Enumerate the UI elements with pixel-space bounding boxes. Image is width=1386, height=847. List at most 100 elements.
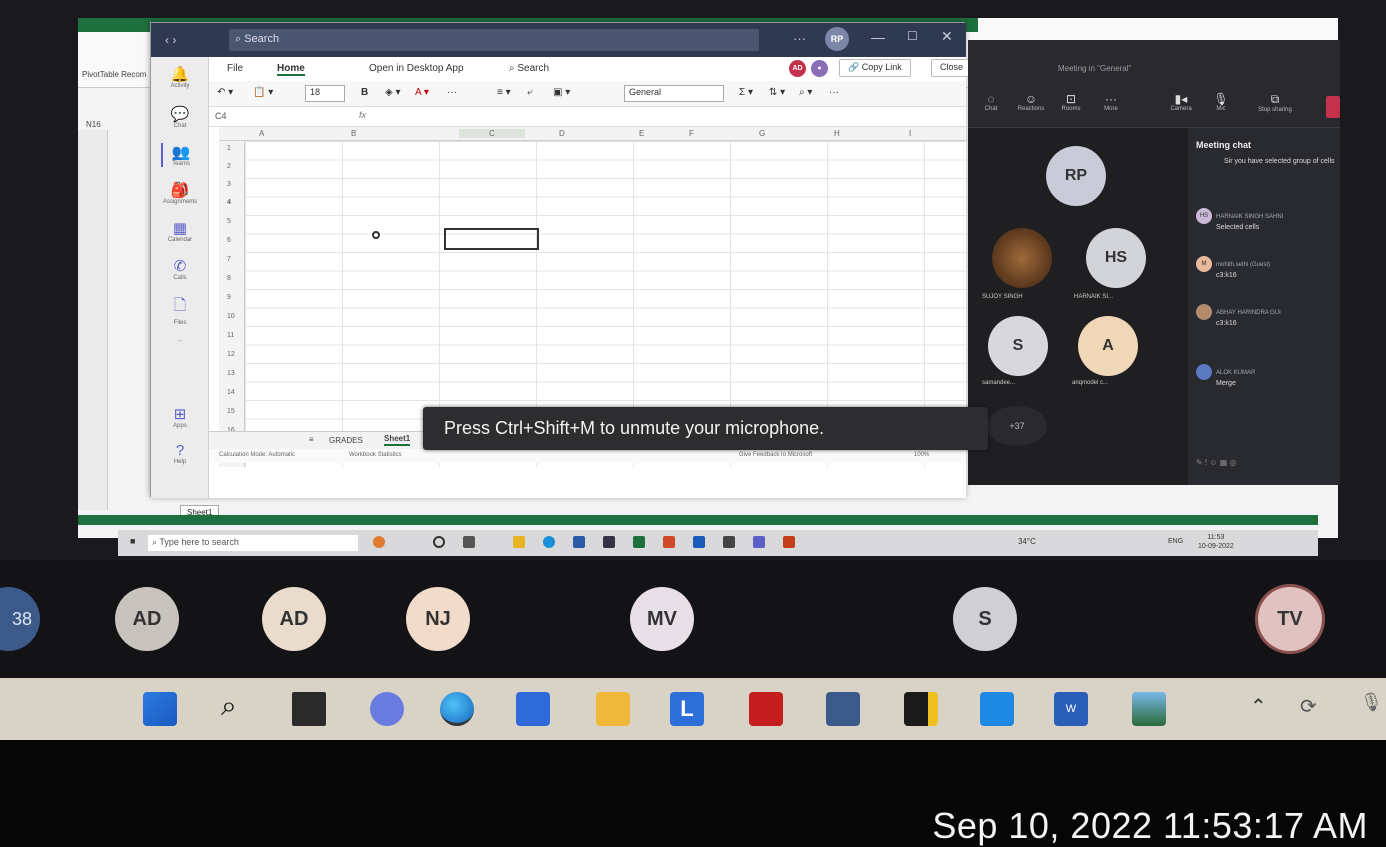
participant-avatar[interactable]: AD — [262, 587, 326, 651]
autosum-icon[interactable]: Σ ▾ — [739, 87, 753, 98]
clipboard-icon[interactable]: 📋 ▾ — [253, 87, 273, 98]
background-name-box[interactable]: N16 — [86, 120, 101, 129]
undo-icon[interactable]: ↶ ▾ — [217, 87, 233, 98]
column-header[interactable]: E — [639, 129, 644, 138]
align-icon[interactable]: ≡ ▾ — [497, 87, 511, 98]
rail-activity[interactable]: 🔔 Activity — [161, 65, 199, 89]
rail-more[interactable]: ... — [161, 337, 199, 343]
more-format-icon[interactable]: ··· — [447, 87, 457, 98]
sync-icon[interactable]: ⟳ — [1300, 694, 1317, 719]
rail-chat[interactable]: 💬 Chat — [161, 105, 199, 129]
rail-apps[interactable]: ⊞ Apps — [161, 405, 199, 429]
rail-files[interactable]: 🗋 Files — [161, 295, 199, 326]
user-avatar[interactable]: RP — [825, 27, 849, 51]
rail-calendar[interactable]: ▦ Calendar — [161, 219, 199, 243]
column-header[interactable]: H — [834, 129, 840, 138]
video-tile-rp[interactable]: RP — [1046, 146, 1106, 206]
widget-icon[interactable] — [373, 536, 385, 548]
find-icon[interactable]: ⌕ ▾ — [799, 87, 812, 98]
more-button[interactable]: ··· More — [1094, 92, 1128, 112]
zoom-level[interactable]: 100% — [914, 452, 929, 458]
teams-icon[interactable] — [753, 536, 765, 548]
chat-button[interactable]: ◌ Chat — [974, 92, 1008, 112]
number-format-select[interactable]: General — [624, 85, 724, 102]
reactions-button[interactable]: ☺ Reactions — [1014, 92, 1048, 112]
python-icon[interactable] — [826, 692, 860, 726]
row-header[interactable]: 5 — [227, 218, 231, 225]
close-icon[interactable]: ✕ — [941, 28, 953, 45]
name-box[interactable]: C4 — [215, 111, 295, 121]
font-size-select[interactable]: 18 — [305, 85, 345, 102]
powerpoint-icon[interactable] — [783, 536, 795, 548]
chat-icon[interactable] — [370, 692, 404, 726]
back-forward-icon[interactable]: ‹ › — [165, 33, 176, 47]
store-icon[interactable] — [516, 692, 550, 726]
app-icon[interactable] — [723, 536, 735, 548]
participant-avatar-speaking[interactable]: TV — [1258, 587, 1322, 651]
row-header[interactable]: 10 — [227, 313, 235, 320]
row-header[interactable]: 13 — [227, 370, 235, 377]
rail-teams[interactable]: 👥 Teams — [161, 143, 199, 167]
photos-icon[interactable] — [1132, 692, 1166, 726]
menu-search[interactable]: ⌕ Search — [509, 63, 549, 74]
rail-help[interactable]: ? Help — [161, 442, 199, 465]
row-header[interactable]: 6 — [227, 237, 231, 244]
column-header[interactable]: A — [259, 129, 264, 138]
fill-color-icon[interactable]: ◈ ▾ — [385, 87, 401, 98]
l-app-icon[interactable]: L — [670, 692, 704, 726]
merge-icon[interactable]: ▣ ▾ — [553, 87, 570, 98]
teams-search-input[interactable]: ⌕ Search — [229, 29, 759, 51]
cortana-icon[interactable] — [980, 692, 1014, 726]
participant-overflow-badge[interactable]: 38 — [0, 587, 40, 651]
mic-icon[interactable]: 🎙 — [1360, 692, 1383, 713]
feedback-link[interactable]: Give Feedback to Microsoft — [739, 452, 812, 458]
camera-button[interactable]: ▮◂ Camera — [1164, 92, 1198, 112]
menu-home[interactable]: Home — [277, 63, 305, 76]
participant-avatar[interactable]: NJ — [406, 587, 470, 651]
row-header[interactable]: 8 — [227, 275, 231, 282]
explorer-icon[interactable] — [596, 692, 630, 726]
outlook-icon[interactable] — [693, 536, 705, 548]
office-icon[interactable] — [663, 536, 675, 548]
video-tile-hs[interactable]: HS — [1086, 228, 1146, 288]
chat-compose-icons[interactable]: ✎ ! ☺ ▦ ◎ — [1196, 458, 1237, 467]
task-view-icon[interactable] — [463, 536, 475, 548]
store-icon[interactable] — [573, 536, 585, 548]
workbook-stats[interactable]: Workbook Statistics — [349, 452, 402, 458]
row-header-selected[interactable]: 4 — [227, 199, 231, 206]
stop-sharing-button[interactable]: ⧉ Stop sharing — [1258, 92, 1292, 113]
dropbox-icon[interactable] — [603, 536, 615, 548]
bold-icon[interactable]: B — [361, 87, 368, 98]
tray-chevron-up-icon[interactable]: ⌃ — [1250, 694, 1267, 719]
rail-assignments[interactable]: 🎒 Assignments — [161, 181, 199, 205]
excel-icon[interactable] — [633, 536, 645, 548]
menu-open-desktop[interactable]: Open in Desktop App — [369, 63, 464, 74]
mcafee-icon[interactable] — [749, 692, 783, 726]
more-participants-badge[interactable]: +37 — [987, 406, 1047, 446]
row-header[interactable]: 9 — [227, 294, 231, 301]
row-header[interactable]: 1 — [227, 145, 231, 152]
presence-avatar-1[interactable]: AD — [789, 60, 806, 77]
inner-clock[interactable]: 11:53 10-09-2022 — [1198, 533, 1234, 551]
weather-widget[interactable]: 34°C — [1018, 537, 1036, 546]
wrap-icon[interactable]: ⤶ — [527, 87, 533, 98]
column-header[interactable]: G — [759, 129, 765, 138]
mic-button[interactable]: 🎙 Mic — [1204, 92, 1238, 112]
explorer-icon[interactable] — [513, 536, 525, 548]
sheet-tab-sheet1[interactable]: Sheet1 — [384, 434, 411, 446]
active-cell-c4[interactable] — [444, 228, 539, 250]
menu-file[interactable]: File — [227, 63, 243, 74]
video-tile-s[interactable]: S — [988, 316, 1048, 376]
row-header[interactable]: 3 — [227, 181, 231, 188]
word-icon[interactable]: W — [1054, 692, 1088, 726]
sticky-notes-icon[interactable] — [904, 692, 938, 726]
column-header[interactable]: B — [351, 129, 356, 138]
participant-avatar[interactable]: S — [953, 587, 1017, 651]
inner-search-box[interactable]: ⌕ Type here to search — [148, 535, 358, 551]
column-header[interactable]: D — [559, 129, 565, 138]
row-header[interactable]: 12 — [227, 351, 235, 358]
row-header[interactable]: 2 — [227, 163, 231, 170]
all-sheets-icon[interactable]: ≡ — [309, 435, 314, 444]
inner-start-icon[interactable]: ■ — [130, 536, 135, 546]
leave-button[interactable] — [1326, 96, 1340, 118]
